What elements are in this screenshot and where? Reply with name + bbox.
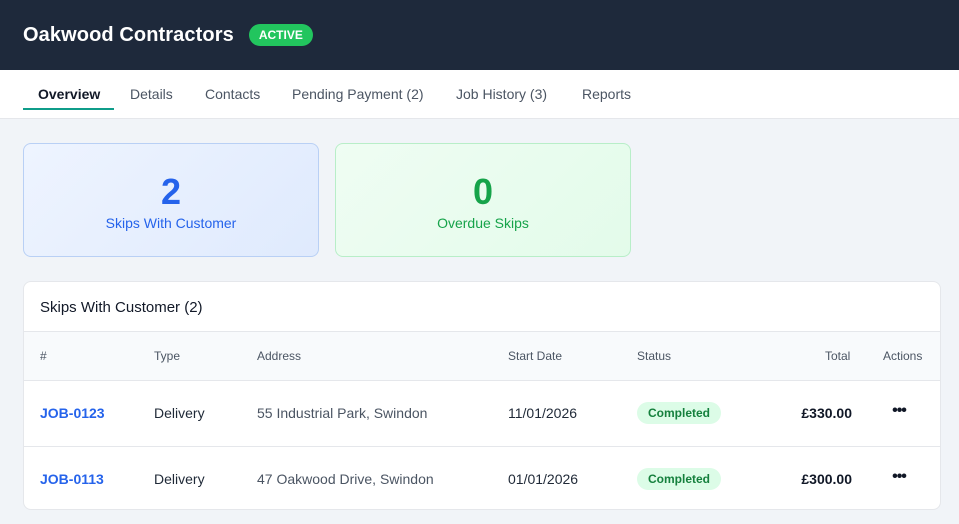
page-title: Oakwood Contractors — [23, 23, 234, 46]
status-badge: ACTIVE — [248, 24, 313, 46]
column-header-type: Type — [154, 349, 181, 363]
column-header-status: Status — [637, 349, 672, 363]
job-start-date: 01/01/2026 — [508, 471, 579, 487]
panel-title: Skips With Customer (2) — [40, 299, 203, 316]
stat-value: 0 — [472, 171, 494, 212]
column-header-total: Total — [825, 349, 851, 363]
status-pill: Completed — [637, 468, 722, 490]
column-header-address: Address — [257, 349, 302, 363]
job-address: 47 Oakwood Drive, Swindon — [257, 471, 434, 487]
tab-job-history[interactable]: Job History (3) — [456, 70, 547, 119]
tab-reports[interactable]: Reports — [582, 70, 631, 119]
stat-value: 2 — [160, 171, 182, 212]
job-type: Delivery — [154, 471, 205, 487]
job-link[interactable]: JOB-0123 — [40, 381, 105, 445]
tab-details[interactable]: Details — [130, 70, 173, 119]
tab-overview[interactable]: Overview — [38, 70, 100, 119]
table-row: JOB-0123 Delivery 55 Industrial Park, Sw… — [24, 381, 940, 446]
stat-label: Skips With Customer — [105, 215, 237, 231]
job-link[interactable]: JOB-0113 — [40, 447, 104, 509]
job-address: 55 Industrial Park, Swindon — [257, 405, 428, 421]
stat-card-skips-with-customer: 2 Skips With Customer — [23, 143, 319, 257]
stat-card-overdue-skips: 0 Overdue Skips — [335, 143, 631, 257]
column-header-number: # — [40, 349, 47, 363]
page-header: Oakwood Contractors ACTIVE — [0, 0, 959, 70]
job-total: £330.00 — [801, 405, 852, 421]
more-horizontal-icon[interactable]: ••• — [887, 401, 911, 425]
job-type: Delivery — [154, 405, 205, 421]
more-horizontal-icon[interactable]: ••• — [887, 467, 911, 491]
job-start-date: 11/01/2026 — [508, 405, 578, 421]
tab-pending-payment[interactable]: Pending Payment (2) — [292, 70, 424, 119]
tab-contacts[interactable]: Contacts — [205, 70, 260, 119]
column-header-start-date: Start Date — [508, 349, 563, 363]
column-header-actions: Actions — [883, 349, 923, 363]
job-total: £300.00 — [801, 471, 852, 487]
status-pill: Completed — [637, 402, 722, 424]
table-header: # Type Address Start Date Status Total A… — [24, 331, 940, 381]
tab-bar: Overview Details Contacts Pending Paymen… — [0, 70, 959, 119]
table-row: JOB-0113 Delivery 47 Oakwood Drive, Swin… — [24, 446, 940, 509]
stat-label: Overdue Skips — [437, 215, 529, 231]
skips-with-customer-panel: Skips With Customer (2) # Type Address S… — [23, 281, 941, 510]
active-tab-indicator — [23, 108, 114, 110]
